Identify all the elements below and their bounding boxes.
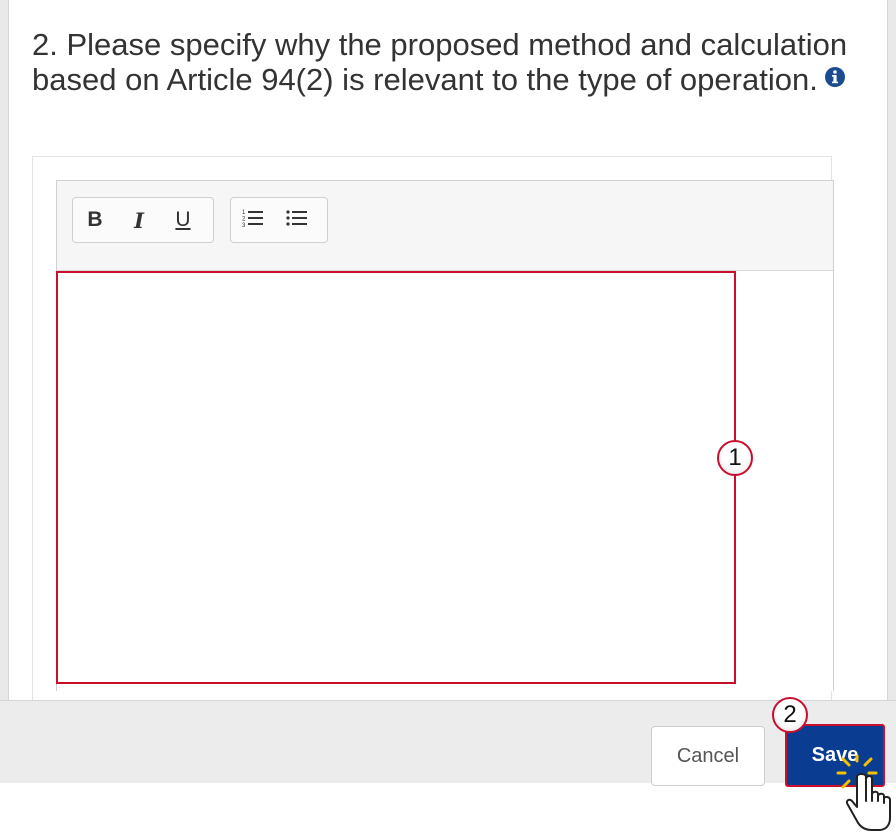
italic-button[interactable]: I — [117, 200, 161, 240]
dialog: 2. Please specify why the proposed metho… — [0, 0, 896, 837]
question-text: 2. Please specify why the proposed metho… — [32, 27, 848, 97]
editor-toolbar: B I U 1 2 3 — [57, 181, 833, 271]
bold-button[interactable]: B — [73, 200, 117, 240]
callout-1: 1 — [717, 440, 753, 476]
hand-cursor-icon — [835, 753, 895, 835]
ordered-list-icon: 1 2 3 — [241, 207, 265, 234]
right-border — [887, 0, 896, 700]
ordered-list-button[interactable]: 1 2 3 — [231, 200, 275, 240]
left-border — [0, 0, 9, 700]
underline-button[interactable]: U — [161, 200, 205, 240]
bullet-list-icon — [285, 207, 309, 234]
info-icon[interactable] — [824, 61, 846, 87]
svg-text:1: 1 — [242, 210, 246, 216]
svg-text:2: 2 — [242, 216, 246, 222]
question-label: 2. Please specify why the proposed metho… — [32, 28, 862, 96]
text-input-area[interactable] — [56, 271, 736, 684]
list-button-group: 1 2 3 — [230, 197, 328, 243]
format-button-group: B I U — [72, 197, 214, 243]
callout-2: 2 — [772, 697, 808, 733]
cancel-button[interactable]: Cancel — [651, 726, 765, 786]
bullet-list-button[interactable] — [275, 200, 319, 240]
svg-text:3: 3 — [242, 223, 246, 229]
